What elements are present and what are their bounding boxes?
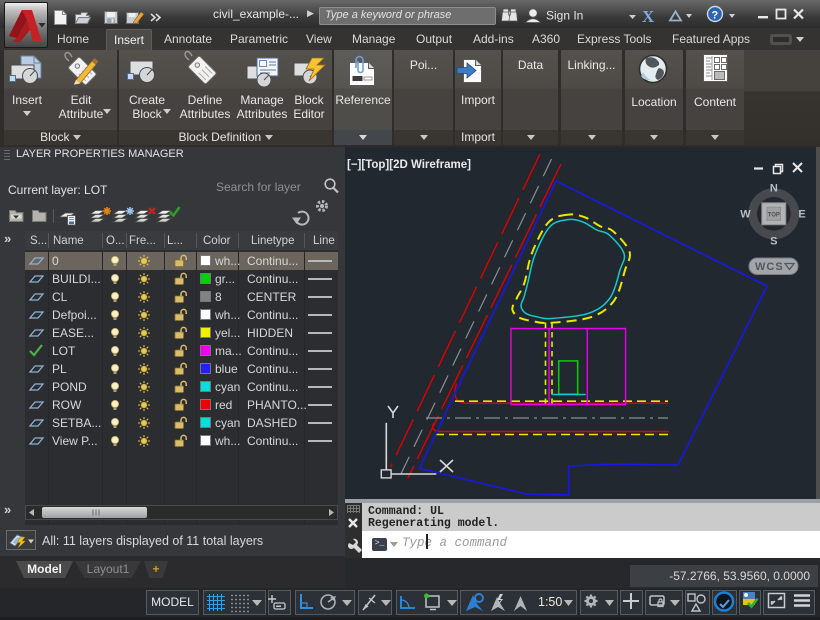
svg-text:E: E <box>798 209 805 221</box>
svg-text:N: N <box>770 183 778 195</box>
svg-text:W: W <box>740 209 751 221</box>
svg-text:1:50: 1:50 <box>538 595 562 609</box>
svg-text:WCS: WCS <box>755 261 784 273</box>
svg-text:TOP: TOP <box>768 213 780 219</box>
svg-text:X: X <box>642 7 655 25</box>
svg-text:Sign In: Sign In <box>546 9 583 23</box>
svg-text:S: S <box>770 236 777 248</box>
svg-text:?: ? <box>712 10 719 22</box>
